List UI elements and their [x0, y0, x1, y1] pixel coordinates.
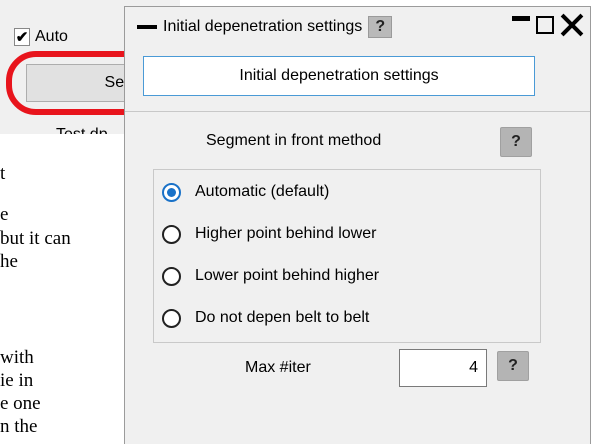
segment-help-button[interactable]: ?: [500, 127, 532, 157]
checkbox[interactable]: ✔: [14, 28, 30, 46]
doc-text-line: ie in: [0, 370, 34, 391]
max-iter-help-button[interactable]: ?: [497, 351, 529, 381]
segment-method-label: Segment in front method: [206, 132, 382, 149]
radio-label: Lower point behind higher: [195, 267, 380, 284]
auto-checkbox-label: Auto: [35, 28, 68, 45]
doc-text-line: e: [0, 204, 9, 225]
doc-text-line: e one: [0, 393, 41, 414]
doc-text-line: but it can: [0, 228, 71, 249]
doc-text-line: t: [0, 163, 6, 184]
radio-label: Higher point behind lower: [195, 225, 377, 242]
radio-option-higher-behind-lower[interactable]: Higher point behind lower: [162, 216, 376, 252]
radio-option-no-belt-depen[interactable]: Do not depen belt to belt: [162, 300, 369, 336]
doc-text-line: n the: [0, 416, 38, 437]
auto-checkbox-row[interactable]: ✔ Auto: [14, 26, 68, 48]
radio-label: Do not depen belt to belt: [195, 309, 370, 326]
max-iter-label: Max #iter: [245, 359, 311, 376]
radio-label: Automatic (default): [195, 183, 330, 200]
depenetration-dialog: Initial depenetration settings ? Initial…: [124, 6, 591, 444]
title-help-button[interactable]: ?: [368, 16, 393, 38]
doc-text-line: with: [0, 347, 34, 368]
window-menu-icon[interactable]: [137, 25, 157, 29]
radio-icon[interactable]: [162, 308, 181, 328]
segment-method-radio-group: Automatic (default) Higher point behind …: [153, 169, 541, 343]
max-iter-input[interactable]: [399, 349, 487, 387]
radio-icon[interactable]: [162, 266, 181, 286]
radio-icon[interactable]: [162, 224, 181, 244]
dialog-title: Initial depenetration settings: [163, 18, 363, 35]
checkmark-icon: ✔: [15, 28, 29, 46]
partial-label: Test dp: [56, 120, 108, 134]
divider: [125, 111, 590, 112]
doc-text-line: he: [0, 251, 18, 272]
maximize-icon[interactable]: [536, 16, 554, 34]
radio-selected-icon[interactable]: [162, 182, 181, 202]
dialog-titlebar[interactable]: Initial depenetration settings ?: [125, 7, 590, 47]
close-icon[interactable]: [560, 12, 584, 38]
radio-option-automatic[interactable]: Automatic (default): [162, 174, 329, 210]
panel-header: Initial depenetration settings: [143, 56, 535, 96]
minimize-icon[interactable]: [512, 15, 530, 21]
radio-option-lower-behind-higher[interactable]: Lower point behind higher: [162, 258, 379, 294]
